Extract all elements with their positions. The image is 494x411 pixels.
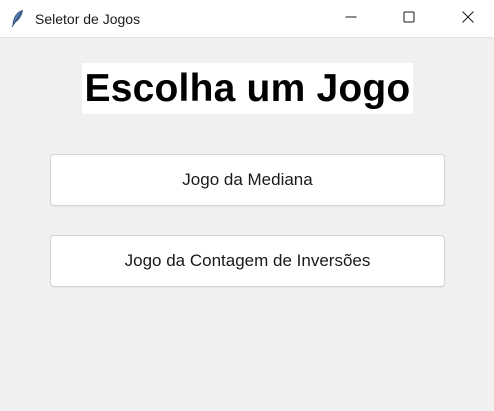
app-window: Seletor de Jogos Escolha um Jogo Jogo da…	[0, 0, 494, 411]
window-title: Seletor de Jogos	[35, 11, 141, 27]
maximize-icon	[403, 10, 415, 28]
median-game-button[interactable]: Jogo da Mediana	[50, 154, 445, 206]
inversion-count-game-button[interactable]: Jogo da Contagem de Inversões	[50, 235, 445, 287]
minimize-button[interactable]	[328, 0, 374, 37]
maximize-button[interactable]	[386, 0, 432, 37]
minimize-icon	[345, 10, 357, 28]
title-bar[interactable]: Seletor de Jogos	[0, 0, 494, 38]
close-icon	[462, 10, 474, 28]
close-button[interactable]	[445, 0, 491, 37]
page-title: Escolha um Jogo	[84, 66, 411, 110]
heading-panel: Escolha um Jogo	[82, 63, 413, 114]
feather-icon	[9, 9, 25, 29]
